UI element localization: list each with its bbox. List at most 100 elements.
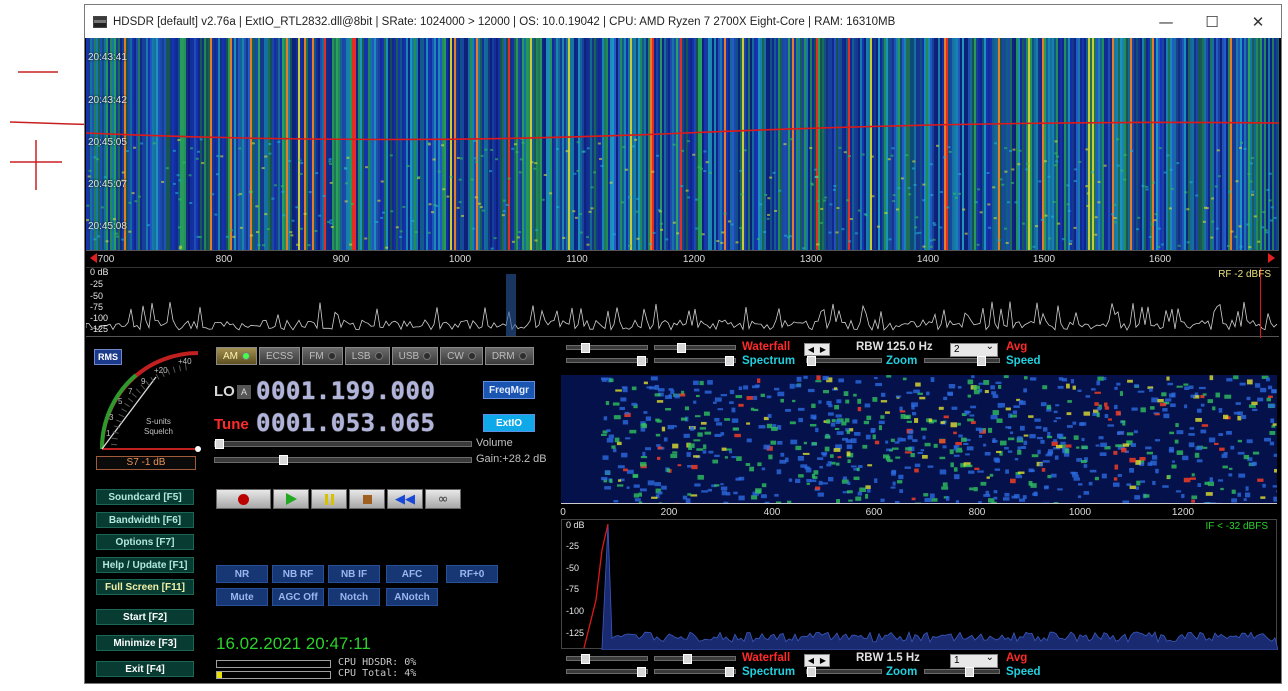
af-db-label: -100 — [566, 606, 584, 616]
extio-button[interactable]: ExtIO — [483, 414, 535, 432]
gain-slider[interactable] — [214, 457, 472, 463]
slider-thumb[interactable] — [807, 667, 816, 677]
bandwidth-button[interactable]: Bandwidth [F6] — [96, 512, 194, 528]
rms-button[interactable]: RMS — [94, 349, 122, 365]
af-avg-dropdown[interactable]: 1 — [950, 654, 998, 668]
mode-label: LSB — [352, 351, 371, 362]
stop-button[interactable] — [349, 489, 385, 509]
minimize-button[interactable]: — — [1143, 5, 1189, 38]
af-speed-slider[interactable] — [924, 669, 1000, 674]
slider-thumb[interactable] — [725, 356, 734, 366]
af-spectrum-brightness-slider[interactable] — [654, 669, 736, 674]
minimize-app-button[interactable]: Minimize [F3] — [96, 635, 194, 651]
gain-slider-thumb[interactable] — [279, 455, 288, 465]
recorder-transport: ◀◀ ∞ — [216, 489, 461, 509]
rf-speed-slider[interactable] — [924, 358, 1000, 363]
af-zoom-slider[interactable] — [806, 669, 882, 674]
record-button[interactable] — [216, 489, 271, 509]
af-waterfall-spinner[interactable]: ◀▶ — [804, 654, 830, 667]
agc-button[interactable]: AGC Off — [272, 588, 324, 606]
tune-frequency-display[interactable]: 0001.053.065 — [256, 409, 466, 437]
slider-thumb[interactable] — [581, 343, 590, 353]
rf-waterfall-label: Waterfall — [742, 341, 790, 353]
pause-icon — [325, 494, 334, 505]
spin-left-icon: ◀ — [808, 656, 814, 665]
volume-slider-thumb[interactable] — [215, 439, 224, 449]
freqmgr-button[interactable]: FreqMgr — [483, 381, 535, 399]
mode-drm-button[interactable]: DRM — [485, 347, 534, 365]
rf-speed-label: Speed — [1006, 355, 1041, 367]
nb-rf-button[interactable]: NB RF — [272, 565, 324, 583]
af-spectrum[interactable]: 0 dB -25 -50 -75 -100 -125 IF < -32 dBFS — [561, 519, 1277, 649]
rf-spectrum[interactable]: 0 dB -25 -50 -75 -100 -125 RF -2 dBFS — [86, 267, 1279, 337]
play-button[interactable] — [273, 489, 309, 509]
cpu-total-fill — [217, 672, 222, 678]
anotch-button[interactable]: ANotch — [386, 588, 438, 606]
slider-thumb[interactable] — [677, 343, 686, 353]
rf-zoom-slider[interactable] — [806, 358, 882, 363]
waterfall-timestamp: 20:43:41 — [88, 52, 127, 63]
db-label: -75 — [90, 302, 103, 312]
af-waterfall-contrast-slider[interactable] — [566, 656, 648, 661]
smeter-scale-label: +40 — [178, 357, 192, 366]
options-button[interactable]: Options [F7] — [96, 534, 194, 550]
mode-label: ECSS — [266, 351, 293, 362]
slider-thumb[interactable] — [807, 356, 816, 366]
nb-if-button[interactable]: NB IF — [328, 565, 380, 583]
slider-thumb[interactable] — [581, 654, 590, 664]
freq-tick: 1000 — [449, 254, 471, 265]
rf-spectrum-contrast-slider[interactable] — [566, 358, 648, 363]
soundcard-button[interactable]: Soundcard [F5] — [96, 489, 194, 505]
start-button[interactable]: Start [F2] — [96, 609, 194, 625]
mode-cw-button[interactable]: CW — [440, 347, 483, 365]
slider-thumb[interactable] — [637, 356, 646, 366]
slider-thumb[interactable] — [977, 356, 986, 366]
mode-ecss-button[interactable]: ECSS — [259, 347, 300, 365]
af-waterfall[interactable] — [561, 375, 1277, 503]
mute-button[interactable]: Mute — [216, 588, 268, 606]
rf-waterfall-spinner[interactable]: ◀▶ — [804, 343, 830, 356]
lo-lock-button[interactable]: A — [237, 385, 251, 399]
lo-frequency-display[interactable]: 0001.199.000 — [256, 377, 466, 405]
rf-waterfall[interactable]: 20:43:41 20:43:42 20:45:05 20:45:07 20:4… — [86, 38, 1279, 250]
smeter-scale-label: 7 — [128, 387, 132, 396]
frequency-axis[interactable]: 700 800 900 1000 1100 1200 1300 1400 150… — [86, 250, 1279, 266]
exit-button[interactable]: Exit [F4] — [96, 661, 194, 677]
waterfall-timestamp: 20:45:07 — [88, 179, 127, 190]
led-icon — [328, 352, 336, 360]
maximize-button[interactable]: ☐ — [1189, 5, 1235, 38]
loop-button[interactable]: ∞ — [425, 489, 461, 509]
rf-spectrum-brightness-slider[interactable] — [654, 358, 736, 363]
scroll-right-arrow-icon[interactable] — [1268, 253, 1275, 263]
rewind-button[interactable]: ◀◀ — [387, 489, 423, 509]
rf-zoom-label: Zoom — [886, 355, 917, 367]
rf-waterfall-brightness-slider[interactable] — [654, 345, 736, 350]
rf-gain-button[interactable]: RF+0 — [446, 565, 498, 583]
mode-usb-button[interactable]: USB — [392, 347, 439, 365]
afc-button[interactable]: AFC — [386, 565, 438, 583]
notch-button[interactable]: Notch — [328, 588, 380, 606]
af-waterfall-brightness-slider[interactable] — [654, 656, 736, 661]
slider-thumb[interactable] — [725, 667, 734, 677]
close-button[interactable]: ✕ — [1235, 5, 1281, 38]
volume-slider[interactable] — [214, 441, 472, 447]
slider-thumb[interactable] — [683, 654, 692, 664]
rf-avg-dropdown[interactable]: 2 — [950, 343, 998, 357]
rf-waterfall-contrast-slider[interactable] — [566, 345, 648, 350]
af-speed-label: Speed — [1006, 666, 1041, 678]
full-screen-button[interactable]: Full Screen [F11] — [96, 579, 194, 595]
mode-am-button[interactable]: AM — [216, 347, 257, 365]
led-icon — [375, 352, 383, 360]
scroll-left-arrow-icon[interactable] — [90, 253, 97, 263]
mode-fm-button[interactable]: FM — [302, 347, 342, 365]
slider-thumb[interactable] — [965, 667, 974, 677]
slider-thumb[interactable] — [637, 667, 646, 677]
nr-button[interactable]: NR — [216, 565, 268, 583]
window-title: HDSDR [default] v2.76a | ExtIO_RTL2832.d… — [113, 16, 895, 28]
help-update-button[interactable]: Help / Update [F1] — [96, 557, 194, 573]
pause-button[interactable] — [311, 489, 347, 509]
led-icon — [519, 352, 527, 360]
af-db-label: -25 — [566, 541, 579, 551]
af-spectrum-contrast-slider[interactable] — [566, 669, 648, 674]
mode-lsb-button[interactable]: LSB — [345, 347, 390, 365]
